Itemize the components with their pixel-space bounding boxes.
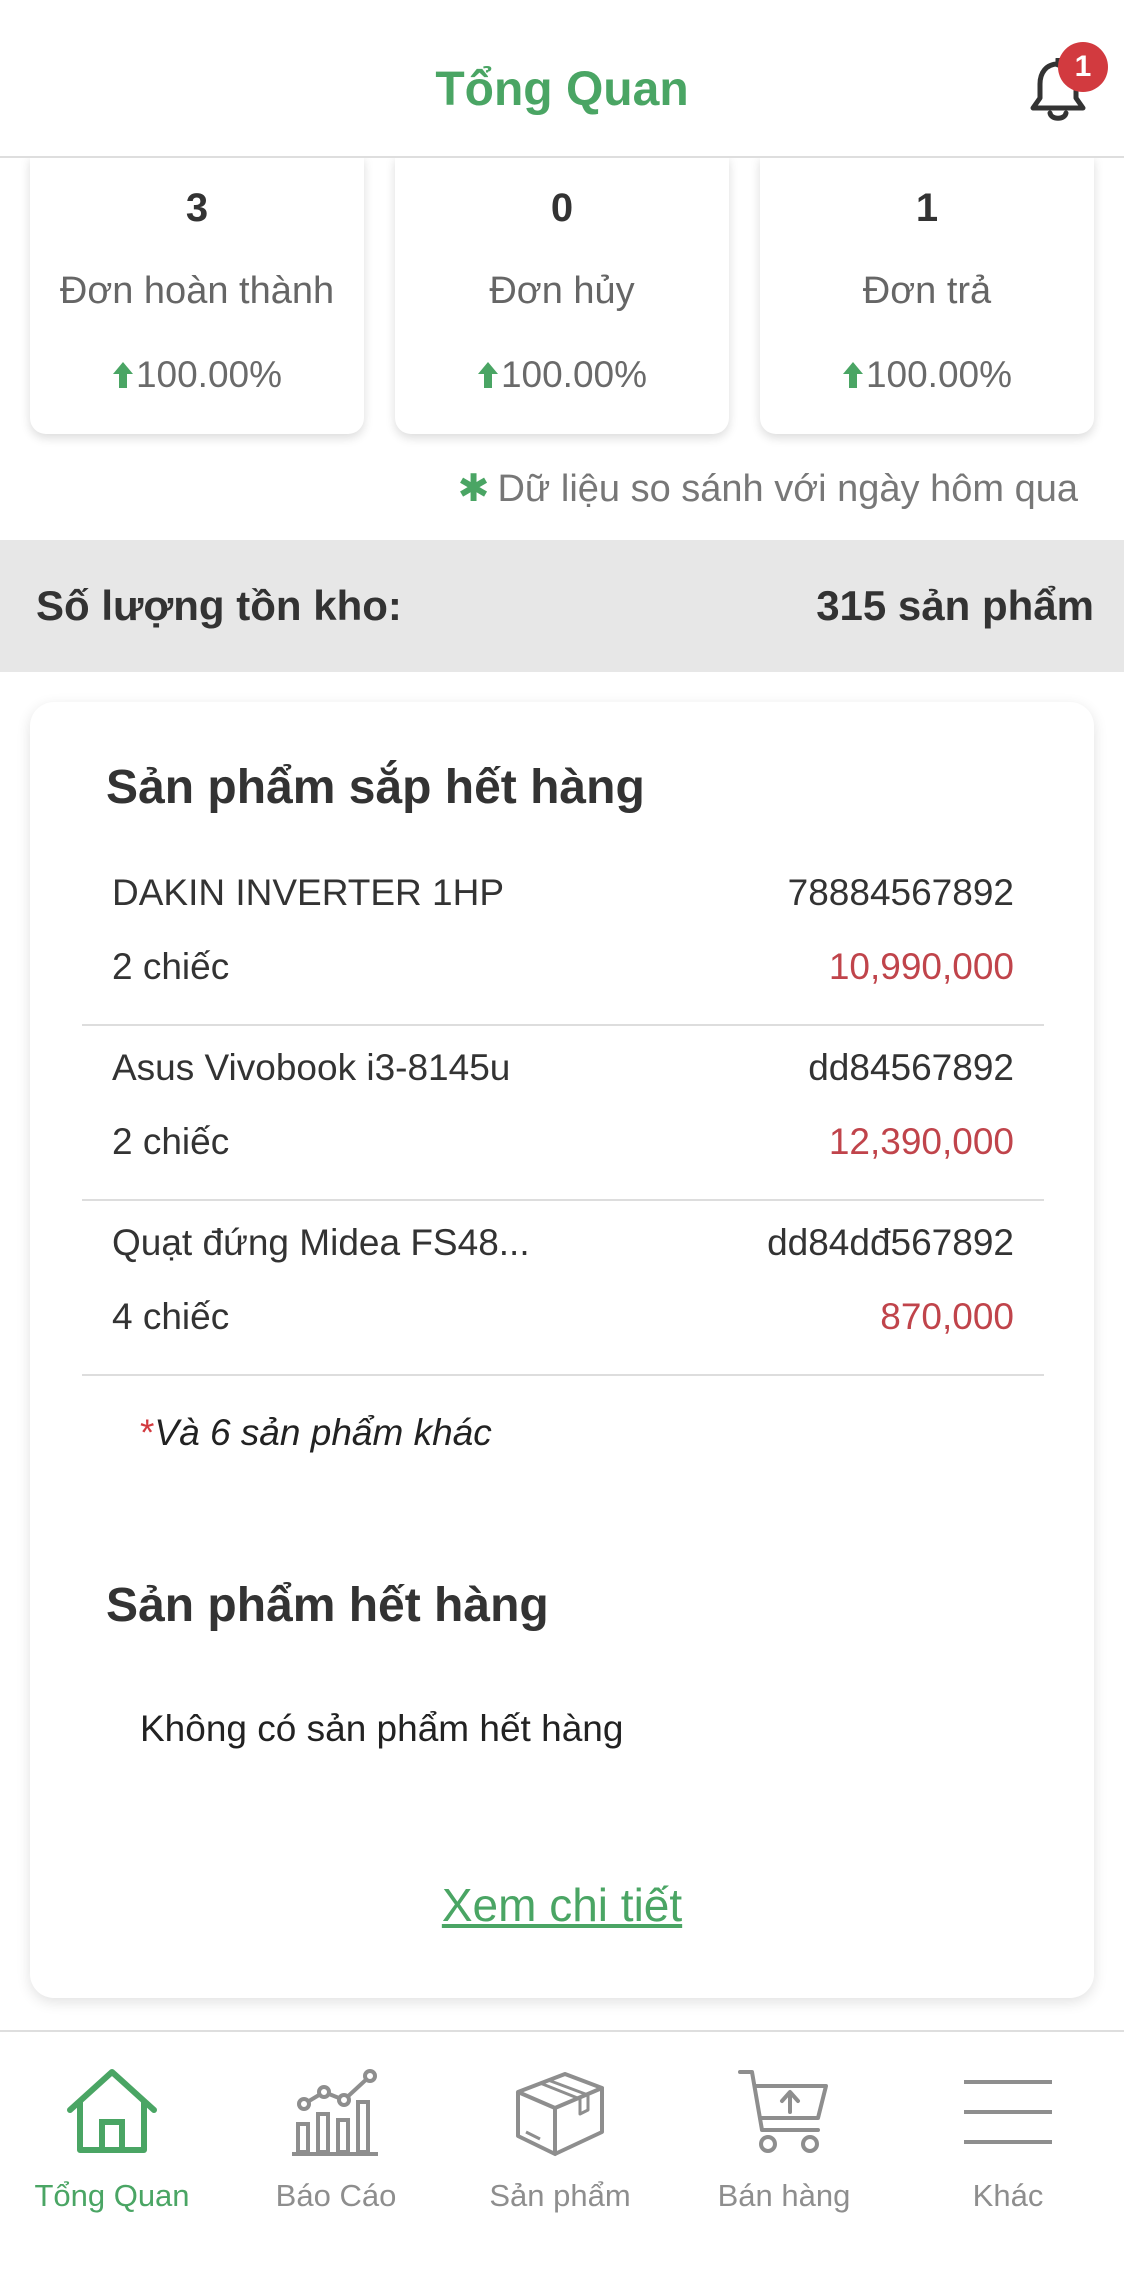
product-code: dd84567892 <box>808 1047 1014 1088</box>
more-marker: * <box>140 1412 155 1453</box>
stat-change: 100.00% <box>395 354 729 396</box>
stat-change-value: 100.00% <box>865 354 1013 395</box>
product-price: 10,990,000 <box>828 946 1014 987</box>
product-price: 12,390,000 <box>828 1121 1014 1162</box>
product-quantity: 4 chiếc <box>112 1296 230 1337</box>
out-of-stock-title: Sản phẩm hết hàng <box>106 1579 549 1632</box>
stat-label: Đơn trả <box>862 270 992 312</box>
stat-label: Đơn hoàn thành <box>59 270 335 312</box>
stat-change-value: 100.00% <box>135 354 283 395</box>
box-icon <box>516 2072 604 2156</box>
more-products-note: *Và 6 sản phẩm khác <box>140 1412 492 1454</box>
stat-change: 100.00% <box>760 354 1094 396</box>
more-products-text: Và 6 sản phẩm khác <box>154 1412 492 1453</box>
stat-card-cancelled[interactable]: 0 Đơn hủy 100.00% <box>395 156 729 434</box>
tab-overview[interactable]: Tổng Quan <box>0 2032 224 2232</box>
tab-label: Khác <box>972 2178 1044 2213</box>
stat-change-value: 100.00% <box>500 354 648 395</box>
cart-icon <box>738 2070 828 2153</box>
notification-badge: 1 <box>1058 42 1108 92</box>
stock-card: Sản phẩm sắp hết hàng DAKIN INVERTER 1HP… <box>30 702 1094 1998</box>
stat-change: 100.00% <box>30 354 364 396</box>
menu-icon <box>964 2080 1052 2144</box>
arrow-up-icon <box>842 362 863 388</box>
tab-label: Tổng Quan <box>34 2178 190 2213</box>
stat-card-completed[interactable]: 3 Đơn hoàn thành 100.00% <box>30 156 364 434</box>
product-name: Quạt đứng Midea FS48... <box>112 1222 530 1263</box>
product-code: dd84dđ567892 <box>767 1222 1014 1263</box>
tab-more[interactable]: Khác <box>896 2032 1120 2232</box>
tab-products[interactable]: Sản phẩm <box>448 2032 672 2232</box>
chart-icon <box>292 2069 378 2156</box>
out-of-stock-empty: Không có sản phẩm hết hàng <box>140 1708 624 1749</box>
stat-card-returned[interactable]: 1 Đơn trả 100.00% <box>760 156 1094 434</box>
inventory-value: 315 sản phẩm <box>816 582 1094 629</box>
asterisk-icon: ✱ <box>457 468 490 510</box>
stat-value: 3 <box>185 186 209 230</box>
product-row[interactable]: Quạt đứng Midea FS48... dd84dđ567892 4 c… <box>82 1200 1044 1376</box>
stat-value: 0 <box>550 186 574 230</box>
tab-label: Bán hàng <box>717 2178 851 2213</box>
stat-value: 1 <box>915 186 939 230</box>
stat-label: Đơn hủy <box>489 270 635 312</box>
tab-label: Sản phẩm <box>489 2178 631 2213</box>
product-quantity: 2 chiếc <box>112 1121 230 1162</box>
tab-label: Báo Cáo <box>275 2178 397 2213</box>
tab-reports[interactable]: Báo Cáo <box>224 2032 448 2232</box>
app-header: Tổng Quan 1 <box>0 0 1124 158</box>
bottom-tab-bar: Tổng Quan Báo Cáo Sản phẩm Bán hàng Khác <box>0 2030 1124 2282</box>
view-details-link[interactable]: Xem chi tiết <box>30 1878 1094 1932</box>
arrow-up-icon <box>477 362 498 388</box>
product-name: DAKIN INVERTER 1HP <box>112 872 505 913</box>
compare-note-text: Dữ liệu so sánh với ngày hôm qua <box>497 468 1078 510</box>
product-name: Asus Vivobook i3-8145u <box>112 1047 511 1088</box>
product-code: 78884567892 <box>787 872 1014 913</box>
product-quantity: 2 chiếc <box>112 946 230 987</box>
arrow-up-icon <box>112 362 133 388</box>
compare-note: ✱ Dữ liệu so sánh với ngày hôm qua <box>458 466 1078 511</box>
inventory-bar: Số lượng tồn kho: 315 sản phẩm <box>0 540 1124 672</box>
product-price: 870,000 <box>880 1296 1014 1337</box>
low-stock-title: Sản phẩm sắp hết hàng <box>106 761 645 814</box>
product-row[interactable]: Asus Vivobook i3-8145u dd84567892 2 chiế… <box>82 1025 1044 1201</box>
page-title: Tổng Quan <box>435 63 689 116</box>
product-row[interactable]: DAKIN INVERTER 1HP 78884567892 2 chiếc 1… <box>82 850 1044 1026</box>
tab-sales[interactable]: Bán hàng <box>672 2032 896 2232</box>
inventory-label: Số lượng tồn kho: <box>36 582 402 629</box>
home-icon <box>67 2069 157 2153</box>
